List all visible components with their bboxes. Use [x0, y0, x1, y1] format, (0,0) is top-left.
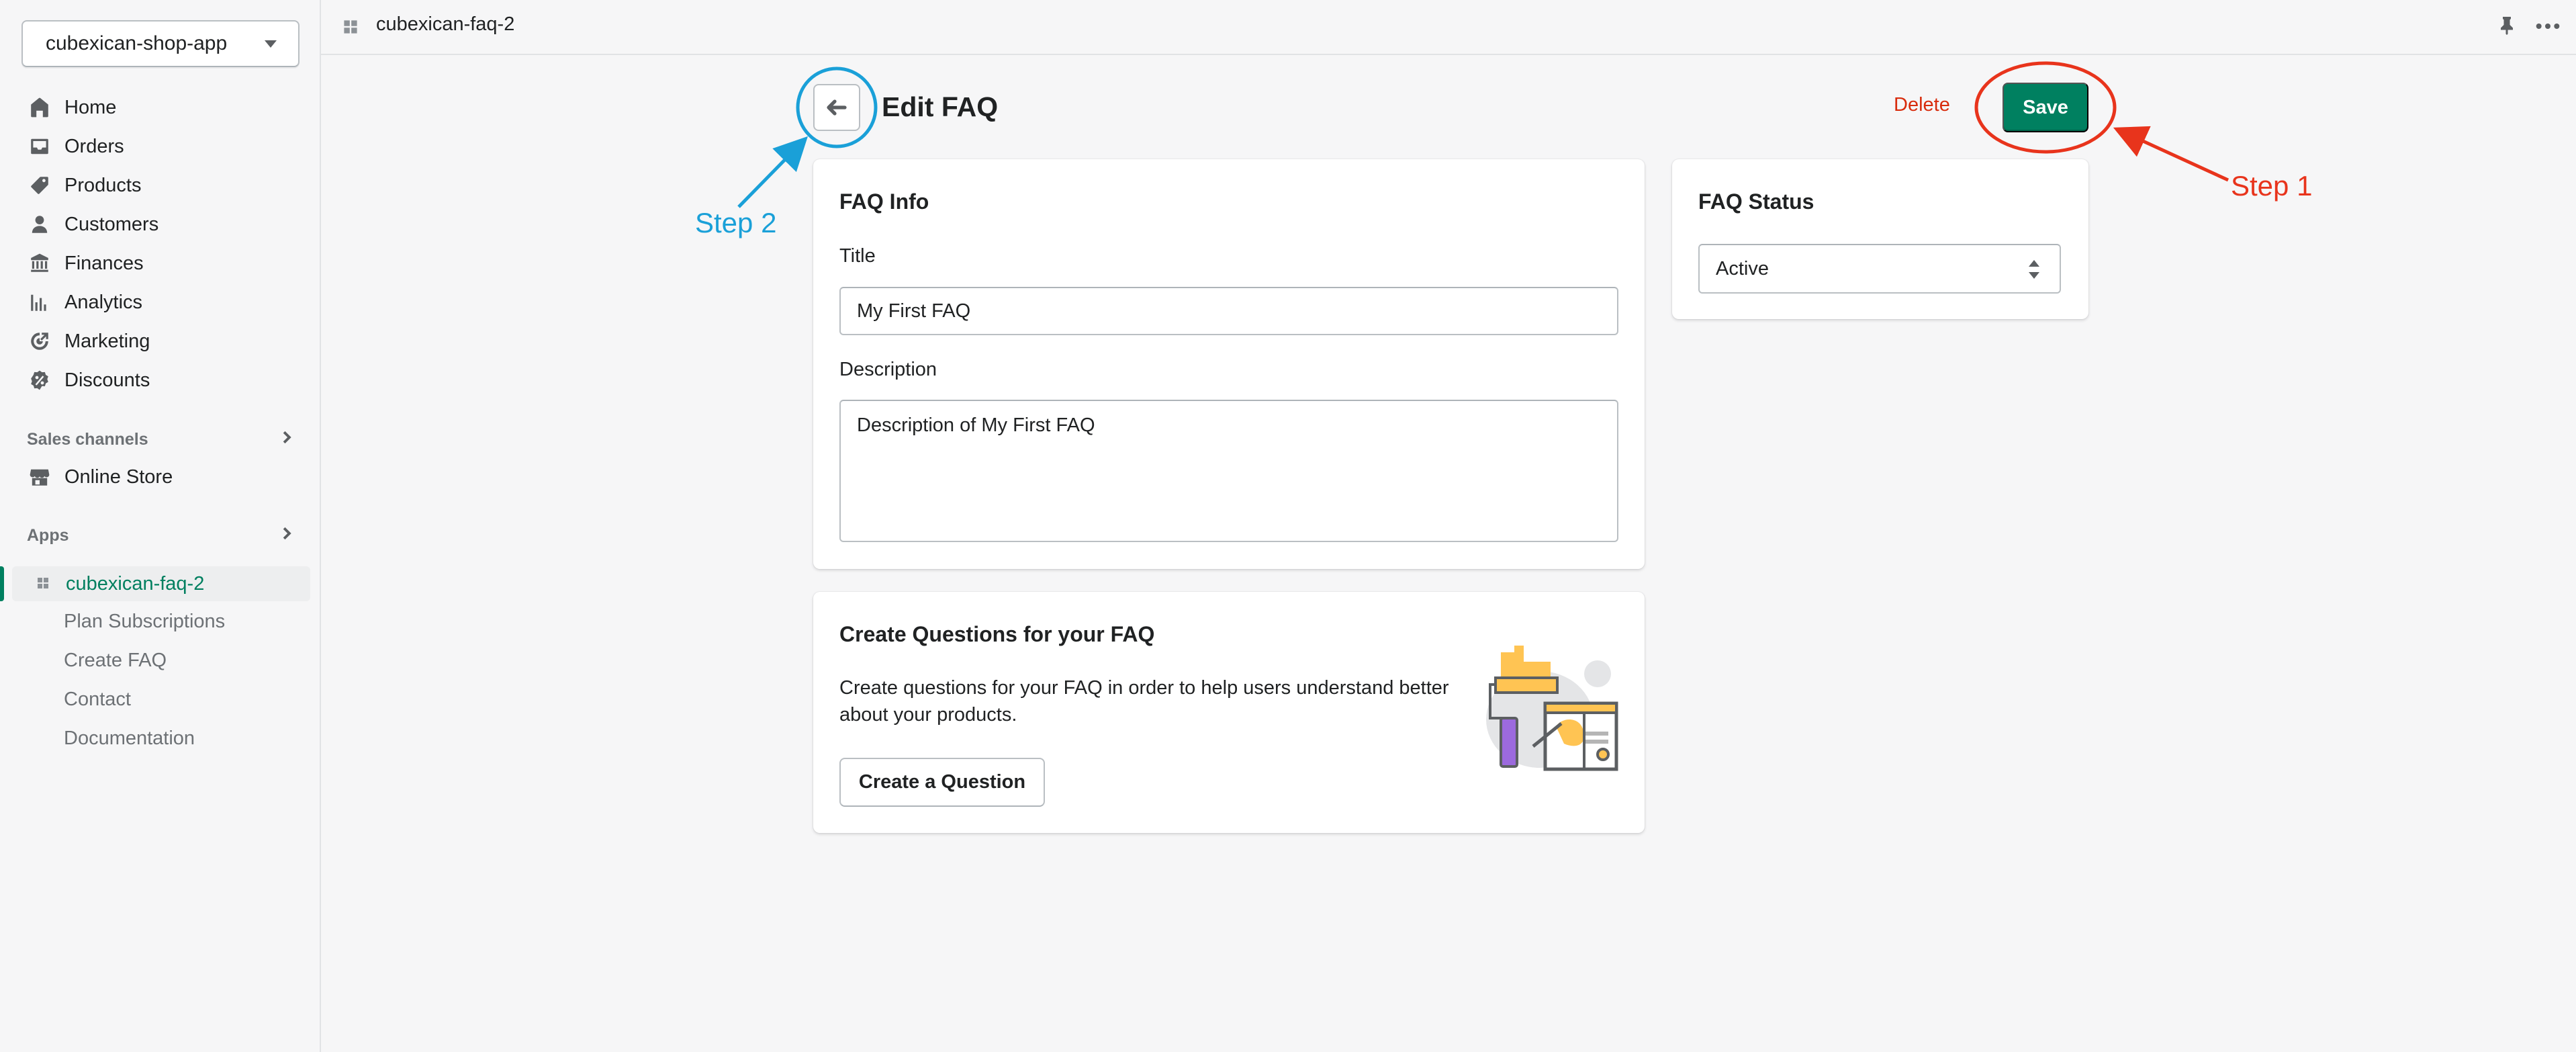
title-value: My First FAQ — [857, 300, 971, 322]
store-icon — [27, 464, 52, 490]
nav-item-marketing[interactable]: Marketing — [27, 324, 302, 358]
nav-item-finances[interactable]: Finances — [27, 247, 302, 280]
store-selector[interactable]: cubexican-shop-app — [21, 20, 300, 67]
app-label: Contact — [64, 688, 131, 710]
sales-channels-title: Sales channels — [27, 429, 148, 449]
step2-arrow — [737, 136, 808, 208]
description-label: Description — [839, 359, 937, 380]
person-icon — [27, 212, 52, 237]
app-item-cubexican-faq[interactable]: cubexican-faq-2 — [36, 567, 305, 601]
nav-item-home[interactable]: Home — [27, 91, 302, 124]
app-label: Plan Subscriptions — [64, 610, 226, 632]
faq-status-card: FAQ Status Active — [1672, 159, 2088, 319]
more-horizontal-icon[interactable] — [2534, 16, 2561, 40]
app-grid-icon — [342, 19, 359, 38]
nav-label: Finances — [64, 252, 144, 274]
app-label: Documentation — [64, 727, 195, 749]
paint-roller-illustration — [1478, 639, 1620, 777]
create-questions-card: Create Questions for your FAQ Create que… — [813, 592, 1645, 833]
nav-label: Customers — [64, 213, 159, 235]
app-label: Create FAQ — [64, 649, 167, 671]
chevron-right-icon[interactable] — [278, 429, 295, 451]
nav-label: Products — [64, 174, 142, 196]
apps-title: Apps — [27, 525, 69, 545]
nav-label: Discounts — [64, 369, 150, 391]
delete-button[interactable]: Delete — [1894, 94, 1950, 116]
store-name: cubexican-shop-app — [46, 32, 228, 54]
nav-label: Analytics — [64, 291, 143, 313]
bar-chart-icon — [27, 290, 52, 315]
faq-info-card: FAQ Info Title My First FAQ Description … — [813, 159, 1645, 569]
description-value: Description of My First FAQ — [857, 414, 1095, 436]
back-button[interactable] — [813, 84, 860, 131]
step2-label: Step 2 — [695, 207, 777, 238]
app-label: cubexican-faq-2 — [66, 572, 205, 595]
sales-channels-header[interactable]: Sales channels — [27, 426, 295, 453]
card-title: FAQ Info — [839, 189, 929, 214]
discount-icon — [27, 367, 52, 393]
description-textarea[interactable]: Description of My First FAQ — [839, 400, 1618, 542]
orders-icon — [27, 134, 52, 159]
status-selected-value: Active — [1716, 257, 1769, 279]
title-input[interactable]: My First FAQ — [839, 287, 1618, 335]
save-button[interactable]: Save — [2003, 83, 2088, 132]
caret-down-icon — [265, 40, 277, 48]
app-item-documentation[interactable]: Documentation — [64, 721, 332, 755]
nav-item-analytics[interactable]: Analytics — [27, 286, 302, 319]
nav-label: Marketing — [64, 330, 150, 352]
marketing-icon — [27, 328, 52, 354]
bank-icon — [27, 251, 52, 276]
sidebar: cubexican-shop-app Home Orders Products … — [0, 0, 321, 1052]
top-bar: cubexican-faq-2 — [321, 0, 2576, 55]
nav-label: Orders — [64, 135, 124, 157]
apps-header[interactable]: Apps — [27, 522, 295, 549]
step1-arrow — [2113, 126, 2229, 182]
nav-label: Online Store — [64, 466, 173, 488]
app-grid-icon — [36, 573, 66, 595]
page-title: Edit FAQ — [882, 91, 999, 122]
app-item-plan-subscriptions[interactable]: Plan Subscriptions — [64, 605, 332, 638]
breadcrumb: cubexican-faq-2 — [376, 13, 515, 35]
title-label: Title — [839, 245, 876, 267]
arrow-left-icon — [827, 99, 847, 116]
tag-icon — [27, 173, 52, 198]
step1-label: Step 1 — [2231, 170, 2313, 202]
card-title: Create Questions for your FAQ — [839, 622, 1155, 646]
nav-item-discounts[interactable]: Discounts — [27, 363, 302, 397]
create-question-button[interactable]: Create a Question — [839, 758, 1045, 807]
card-description: Create questions for your FAQ in order t… — [839, 677, 1449, 726]
select-arrows-icon — [2027, 260, 2041, 284]
nav-item-orders[interactable]: Orders — [27, 130, 302, 163]
app-item-create-faq[interactable]: Create FAQ — [64, 644, 332, 677]
nav-item-products[interactable]: Products — [27, 169, 302, 202]
card-title: FAQ Status — [1698, 189, 1814, 214]
pin-icon[interactable] — [2497, 15, 2517, 38]
nav-label: Home — [64, 96, 117, 118]
chevron-right-icon[interactable] — [278, 525, 295, 547]
active-indicator — [0, 566, 4, 601]
app-item-contact[interactable]: Contact — [64, 683, 332, 716]
nav-item-online-store[interactable]: Online Store — [27, 460, 302, 494]
status-select[interactable]: Active — [1698, 244, 2061, 294]
nav-item-customers[interactable]: Customers — [27, 208, 302, 241]
home-icon — [27, 95, 52, 120]
